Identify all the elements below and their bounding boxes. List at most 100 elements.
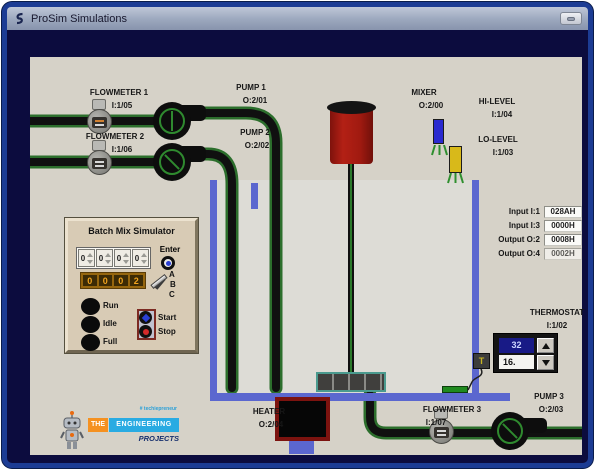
thermostat-low-field[interactable]: 16.: [499, 355, 534, 369]
thermostat-up-button[interactable]: [537, 338, 554, 353]
pump1-address: O:2/01: [243, 96, 267, 105]
heater-stub: [289, 441, 314, 454]
heater-label: HEATER: [253, 407, 285, 416]
full-lamp: [81, 334, 100, 351]
prosim-window: ProSim Simulations FLOWMETER 1 I:1/0: [2, 2, 593, 468]
flowmeter1-label: FLOWMETER 1: [90, 88, 148, 97]
io-label-input1: Input I:1: [445, 207, 540, 216]
thumbwheel-2-down-icon[interactable]: [105, 260, 111, 264]
lo-level-sensor: [449, 146, 462, 173]
mixer-label: MIXER: [411, 88, 436, 97]
display-digit-3: 0: [114, 275, 128, 286]
window-title: ProSim Simulations: [31, 13, 127, 25]
thumbwheel-3-up-icon[interactable]: [123, 253, 129, 257]
thumbwheel-3[interactable]: 0: [114, 249, 131, 267]
io-value-input1: 028AH: [544, 206, 582, 218]
mixer-motor-top: [327, 101, 376, 114]
start-button[interactable]: [139, 311, 152, 324]
thermostat-high-field[interactable]: 32: [499, 338, 534, 353]
thumbwheel-4-up-icon[interactable]: [141, 253, 147, 257]
display-digit-2: 0: [99, 275, 113, 286]
thermostat-down-button[interactable]: [537, 355, 554, 370]
flowmeter1-dial: [92, 117, 107, 128]
thermostat-address: I:1/02: [547, 321, 567, 330]
thumbwheel-2-up-icon[interactable]: [105, 253, 111, 257]
enter-button[interactable]: [161, 256, 175, 270]
digital-display: 0 0 0 2: [80, 272, 146, 289]
io-label-output2: Output O:2: [445, 235, 540, 244]
simulation-canvas: FLOWMETER 1 I:1/05 PUMP 1 O:2/01 FLOWMET…: [30, 57, 582, 455]
pump2-label: PUMP 2: [240, 128, 270, 137]
thumbwheel-block: 0 0 0 0: [76, 247, 151, 269]
thumbwheel-4[interactable]: 0: [132, 249, 149, 267]
flowmeter1-address: I:1/05: [112, 101, 132, 110]
flowmeter2-address: I:1/06: [112, 145, 132, 154]
thumbwheel-4-digit: 0: [134, 254, 140, 263]
logo-word-engineering: ENGINEERING: [109, 418, 179, 432]
thermostat-label: THERMOSTAT: [530, 308, 584, 317]
flowmeter3-address: I:1/07: [426, 418, 446, 427]
pump2-symbol: [153, 143, 191, 181]
flowmeter2-symbol: [87, 150, 112, 175]
enter-label: Enter: [156, 245, 184, 254]
engineering-projects-logo: # techiepreneur THE ENGINEERING PROJECTS: [58, 398, 186, 454]
screenshot: ProSim Simulations FLOWMETER 1 I:1/0: [0, 0, 600, 473]
tank-wall-left: [210, 180, 217, 401]
mixer-impeller: [316, 372, 386, 392]
stop-button-icon: [143, 329, 149, 335]
io-label-input3: Input I:3: [445, 221, 540, 230]
run-lamp: [81, 298, 100, 315]
logo-tagline: # techiepreneur: [93, 406, 177, 412]
thumbwheel-2-digit: 0: [98, 254, 104, 263]
panel-title: Batch Mix Simulator: [68, 226, 195, 236]
io-value-input3: 0000H: [544, 220, 582, 232]
flowmeter3-dial: [434, 427, 449, 438]
pump2-address: O:2/02: [245, 141, 269, 150]
thumbwheel-1-up-icon[interactable]: [87, 253, 93, 257]
io-value-output2: 0008H: [544, 234, 582, 246]
inlet-indicator: [251, 183, 258, 209]
stop-label: Stop: [158, 327, 176, 336]
flowmeter1-symbol: [87, 109, 112, 134]
logo-word-the: THE: [88, 418, 108, 432]
minimize-icon: [567, 17, 575, 21]
batch-mix-simulator-panel: Batch Mix Simulator 0 0 0: [65, 218, 198, 353]
down-arrow-icon: [542, 360, 550, 366]
mixer-motor: [330, 107, 373, 164]
display-digit-4: 2: [130, 275, 144, 286]
idle-lamp-label: Idle: [103, 319, 117, 328]
stop-button[interactable]: [139, 325, 152, 338]
selector-option-b: B: [170, 280, 176, 289]
pump3-label: PUMP 3: [534, 392, 564, 401]
lo-level-address: I:1/03: [493, 148, 513, 157]
selector-option-a: A: [169, 270, 175, 279]
hi-level-address: I:1/04: [492, 110, 512, 119]
pump3-symbol: [491, 412, 529, 450]
full-lamp-label: Full: [103, 337, 117, 346]
hi-level-sensor: [433, 119, 444, 144]
thumbwheel-2[interactable]: 0: [96, 249, 113, 267]
run-lamp-label: Run: [103, 301, 119, 310]
minimize-button[interactable]: [560, 12, 582, 25]
lo-level-sensor-legs: [447, 173, 464, 184]
heater-symbol: [275, 397, 330, 441]
io-value-output4: 0002H: [544, 248, 582, 260]
selector-option-c: C: [169, 290, 175, 299]
io-label-output4: Output O:4: [445, 249, 540, 258]
mixer-address: O:2/00: [419, 101, 443, 110]
robot-icon: [60, 410, 84, 452]
logo-word-projects: PROJECTS: [128, 434, 179, 443]
thumbwheel-1-down-icon[interactable]: [87, 260, 93, 264]
idle-lamp: [81, 316, 100, 333]
flowmeter3-label: FLOWMETER 3: [423, 405, 481, 414]
title-bar[interactable]: ProSim Simulations: [7, 7, 588, 30]
thumbwheel-3-down-icon[interactable]: [123, 260, 129, 264]
start-button-icon: [141, 313, 149, 321]
thumbwheel-1[interactable]: 0: [78, 249, 95, 267]
pump1-label: PUMP 1: [236, 83, 266, 92]
thumbwheel-1-digit: 0: [80, 254, 86, 263]
thumbwheel-4-down-icon[interactable]: [141, 260, 147, 264]
hi-level-label: HI-LEVEL: [479, 97, 515, 106]
mixer-shaft: [348, 164, 354, 372]
display-digit-1: 0: [83, 275, 97, 286]
